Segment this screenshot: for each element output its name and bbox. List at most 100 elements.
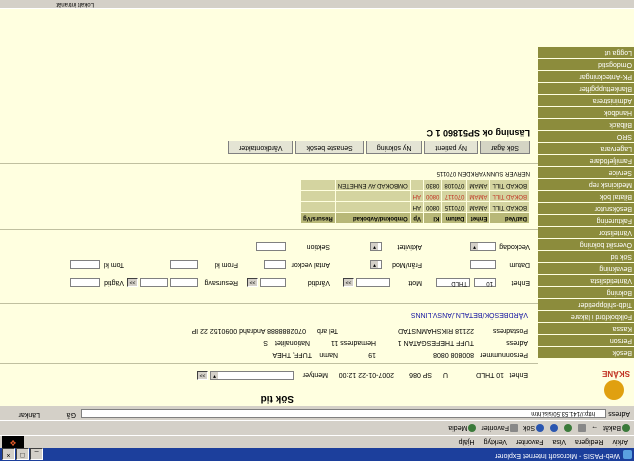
mott-input[interactable] <box>356 278 390 287</box>
from-kl-label: From kl <box>214 261 238 268</box>
sidebar-item[interactable]: Tidb-shlöppetider <box>538 298 634 310</box>
stop-button[interactable] <box>577 424 587 432</box>
unit-row: Enhet 10 THLD U SP 086 2007-01-22 12:00 … <box>8 366 528 380</box>
table-cell: BOKAD TILL <box>489 190 530 202</box>
links-button[interactable]: Länkar <box>19 411 40 418</box>
resursavg-input-1[interactable] <box>170 278 198 287</box>
vardbesok-link[interactable]: VÅRDBESÖK/BETALN./ANSV.LINNS <box>411 311 528 318</box>
resursavg-input-2[interactable] <box>140 278 168 287</box>
menu-redigera[interactable]: Redigera <box>575 439 603 446</box>
sidebar-item[interactable]: PK-Anteckningar <box>538 70 634 82</box>
table-row[interactable]: BOKAD TILL AMAM 070115 0800 AH <box>300 201 530 213</box>
mentyer-more-button[interactable]: >> <box>197 371 208 380</box>
maximize-button[interactable]: □ <box>16 448 29 460</box>
form-enhet-input-1[interactable]: 10 <box>474 278 496 287</box>
sidebar-item[interactable]: Blankettuppgifter <box>538 82 634 94</box>
mentyer-select[interactable]: ▼ <box>210 371 294 380</box>
sidebar-item[interactable]: SRO <box>538 130 634 142</box>
antal-veckor-input[interactable] <box>264 260 286 269</box>
tab-sok-agar[interactable]: Sök ägar <box>479 141 530 154</box>
namn-value: TUFF, THEA <box>272 351 312 358</box>
column-header: Enhet <box>466 212 490 224</box>
date-value: 2007-01-22 12:00 <box>338 371 394 378</box>
sidebar-item[interactable]: Kassa <box>538 322 634 334</box>
table-row[interactable]: BOKAD TILL AMAM 070117 0800 AH <box>300 190 530 202</box>
sidebar-item[interactable]: Omdogstid <box>538 58 634 70</box>
tab-senaste-besok[interactable]: Senaste besök <box>295 141 364 154</box>
sidebar-item[interactable]: Medicinsk rep <box>538 178 634 190</box>
sidebar-item[interactable]: Handbok <box>538 106 634 118</box>
menu-favoriter[interactable]: Favoriter <box>516 439 544 446</box>
fran-select[interactable]: ▼ <box>370 260 382 269</box>
search-button[interactable]: Sök <box>523 424 545 432</box>
menu-hjalp[interactable]: Hjälp <box>459 439 475 446</box>
go-button[interactable]: Gå <box>67 411 76 418</box>
sidebar-item[interactable]: Sök tid <box>538 250 634 262</box>
nationalitet-label: Nationalitet <box>274 339 310 346</box>
sidebar-item[interactable]: Service <box>538 166 634 178</box>
veckodag-label: Veckodag <box>499 243 530 250</box>
forward-button[interactable]: → <box>591 425 598 432</box>
region-logo: SKÅNE <box>600 364 630 400</box>
sidebar-item[interactable]: Familjefödare <box>538 154 634 166</box>
sidebar-item[interactable]: Väntelistor <box>538 226 634 238</box>
divider <box>0 363 538 364</box>
aktivitet-select[interactable]: ▼ <box>370 242 382 251</box>
sidebar-item[interactable]: Logga ut <box>538 46 634 58</box>
home-button[interactable] <box>549 424 559 432</box>
sidebar-item[interactable]: Lagervara <box>538 142 634 154</box>
postadress-label: Postadress <box>492 327 528 334</box>
minimize-button[interactable]: _ <box>30 448 43 460</box>
table-cell: AMAM <box>466 190 490 202</box>
refresh-button[interactable] <box>563 424 573 432</box>
sektion-input[interactable] <box>256 242 286 251</box>
table-cell <box>300 179 336 191</box>
favorites-button[interactable]: Favoriter <box>481 424 519 432</box>
sidebar-item[interactable]: Översikt bokning <box>538 238 634 250</box>
tel-label: Tel arb <box>316 327 338 334</box>
media-button[interactable]: Media <box>448 424 477 432</box>
tom-kl-input[interactable] <box>70 260 100 269</box>
sidebar-item[interactable]: Bilatal bök <box>538 190 634 202</box>
vardtid-input[interactable] <box>260 278 286 287</box>
form-enhet-input-2[interactable]: THLD <box>436 278 470 287</box>
menu-arkiv[interactable]: Arkiv <box>612 439 628 446</box>
datum-input[interactable] <box>470 260 496 269</box>
sidebar-item[interactable]: Bokning <box>538 286 634 298</box>
veckodag-select[interactable]: ▼ <box>470 242 496 251</box>
vardtid-more-button[interactable]: >> <box>247 278 258 287</box>
sidebar-item[interactable]: Fakturering <box>538 214 634 226</box>
refresh-icon <box>564 424 573 432</box>
resursavg-more-button[interactable]: >> <box>127 278 138 287</box>
address-input[interactable]: http://141.53.50/sisi.htm <box>81 409 606 418</box>
title-bar: Web-PASIS - Microsoft Internet Explorer … <box>0 448 634 461</box>
chevron-down-icon: ▼ <box>371 261 378 268</box>
table-row[interactable]: BOKAD TILL AMAM 070108 0830 OMBOKAD AV E… <box>300 179 530 191</box>
tab-vardkontakter[interactable]: Vårdkontakter <box>227 141 294 154</box>
menu-verktyg[interactable]: Verktyg <box>484 439 507 446</box>
close-button[interactable]: × <box>2 448 15 460</box>
tom-kl-label: Tom kl <box>103 261 124 268</box>
sidebar-item[interactable]: Bilbäck <box>538 118 634 130</box>
sidebar-item[interactable]: Folkbokförd i läkare <box>538 310 634 322</box>
tab-ny-patient[interactable]: Ny patient <box>424 141 478 154</box>
sidebar-item[interactable]: Besök <box>538 346 634 358</box>
vagtid-input[interactable] <box>70 278 100 287</box>
column-header: Vp <box>410 212 424 224</box>
toolbar: Bakåt → Sök Favoriter Media <box>0 421 634 436</box>
mott-more-button[interactable]: >> <box>343 278 354 287</box>
sidebar-item[interactable]: Besöksrutor <box>538 202 634 214</box>
sidebar-menu: Besök Person Kassa Folkbokförd i läkare … <box>538 46 634 358</box>
nationalitet-value: S <box>263 339 268 346</box>
section-heading: Läsning ok SP51860 1 C <box>426 128 530 138</box>
table-cell: BOKAD TILL <box>489 179 530 191</box>
table-header: Dat/Ved Enhet Datum Kl Vp Omboknd/Avboka… <box>300 212 530 224</box>
sidebar-item[interactable]: Väntetidslista <box>538 274 634 286</box>
back-button[interactable]: Bakåt <box>603 424 630 432</box>
from-kl-input[interactable] <box>170 260 198 269</box>
menu-visa[interactable]: Visa <box>553 439 567 446</box>
tab-ny-sokning[interactable]: Ny sökning <box>365 141 423 154</box>
sidebar-item[interactable]: Administrera <box>538 94 634 106</box>
sidebar-item[interactable]: Bevakning <box>538 262 634 274</box>
sidebar-item[interactable]: Person <box>538 334 634 346</box>
